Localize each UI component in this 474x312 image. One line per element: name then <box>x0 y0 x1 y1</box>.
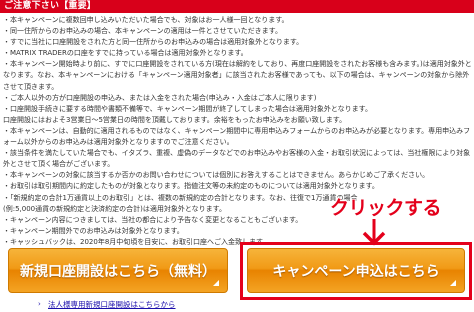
notice-item: ・同一住所からのお申込みの場合、本キャンペーンの適用は一件とさせていただきます。 <box>3 27 282 36</box>
notice-item: ・該当条件を満たしていた場合でも、イタズラ、重複、虚偽のデータなどでのお申込みや… <box>3 149 471 169</box>
notice-item: ・本キャンペーン開始時より前に、すでに口座開設をされている方(現在は解約をしてお… <box>3 60 472 91</box>
corner-arrow-icon <box>450 280 456 286</box>
notice-item: ・すでに当社に口座開設をされた方と同一住所からのお申込みの場合は適用対象外となり… <box>3 38 304 47</box>
notice-item: ・キャンペーン期間外でのお申込みは対象外となります。 <box>3 226 184 235</box>
notice-item: ・本キャンペーンは、自動的に適用されるものではなく、キャンペーン期間中に専用申込… <box>3 126 471 147</box>
notice-header-bar: ご注意下さい【重要】 <box>0 0 474 13</box>
notice-header-title: ご注意下さい【重要】 <box>4 1 97 11</box>
apply-campaign-button[interactable]: キャンペーン申込はこちら <box>247 248 465 293</box>
notice-item: ・本キャンペーンの対象に該当するか否かのお問い合わせについては個別にお答えするこ… <box>3 171 430 180</box>
open-account-button-label: 新規口座開設はこちら（無料） <box>20 263 216 280</box>
apply-campaign-button-label: キャンペーン申込はこちら <box>272 263 440 280</box>
notice-item: ・MATRIX TRADERの口座をすでに持っている場合は適用対象外となります。 <box>3 49 248 58</box>
open-account-button[interactable]: 新規口座開設はこちら（無料） <box>8 248 228 293</box>
click-callout: クリックする <box>330 197 442 219</box>
notice-item: 口座開設にはおよそ3営業日〜5営業日の時間を頂戴しております。余裕をもったお申込… <box>3 115 347 124</box>
notice-item: ・ご本人以外の方が口座開設の申込み、または入金をされた場合(申込み・入金はご本人… <box>3 93 317 102</box>
corner-arrow-icon <box>213 280 219 286</box>
notice-item: ・本キャンペーンに複数回申し込みいただいた場合でも、対象はお一人様一回となります… <box>3 16 289 24</box>
link-bullet-icon: › <box>38 300 41 308</box>
notice-item: ・口座開設手続きに要する時間や書類不備等で、キャンペーン期間が終了してしまった場… <box>3 104 372 113</box>
notice-item: ・お取引は取引期間内に約定したものが対象となります。指値注文等の未約定のものにつ… <box>3 182 379 191</box>
corporate-account-link[interactable]: 法人様専用新規口座開設はこちらから <box>48 299 176 310</box>
